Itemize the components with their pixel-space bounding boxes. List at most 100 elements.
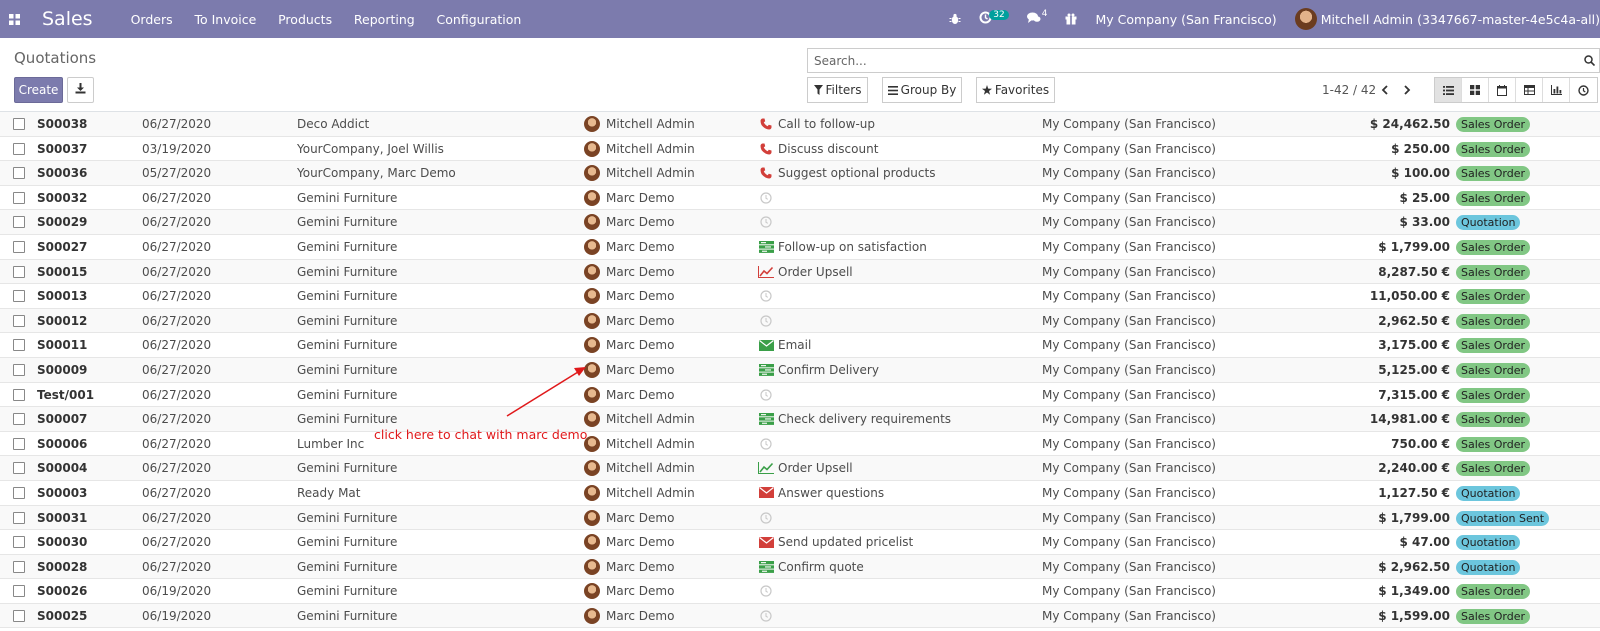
salesperson-avatar[interactable] (584, 386, 600, 403)
pager-value[interactable]: 1-42 / 42 (1322, 83, 1376, 97)
row-checkbox[interactable] (13, 118, 25, 130)
row-checkbox[interactable] (13, 609, 25, 622)
menu-products[interactable]: Products (278, 12, 332, 27)
row-checkbox[interactable] (13, 388, 25, 401)
menu-orders[interactable]: Orders (131, 12, 173, 27)
salesperson-avatar[interactable] (584, 288, 600, 305)
row-checkbox[interactable] (13, 413, 25, 426)
menu-to-invoice[interactable]: To Invoice (194, 12, 256, 27)
table-row[interactable]: S00036 05/27/2020 YourCompany, Marc Demo Mi… (0, 161, 1600, 186)
messaging-menu[interactable]: 4 (1026, 9, 1047, 27)
tasks-icon[interactable] (758, 363, 774, 377)
clock-icon[interactable] (758, 511, 774, 525)
salesperson-avatar[interactable] (584, 165, 600, 182)
download-button[interactable] (67, 77, 94, 103)
envelope-icon-red[interactable] (758, 486, 774, 500)
table-row[interactable]: S00012 06/27/2020 Gemini Furniture Marc Dem… (0, 308, 1600, 334)
table-row[interactable]: S00027 06/27/2020 Gemini Furniture Marc Dem… (0, 235, 1600, 260)
kanban-view-icon[interactable] (1462, 78, 1489, 102)
salesperson-avatar[interactable] (584, 509, 600, 526)
list-view-icon[interactable] (1435, 78, 1462, 102)
clock-icon[interactable] (758, 314, 774, 328)
row-checkbox[interactable] (13, 560, 25, 573)
graph-view-icon[interactable] (1543, 78, 1570, 102)
salesperson-avatar[interactable] (584, 214, 600, 231)
app-brand[interactable]: Sales (42, 8, 93, 30)
pager-previous-icon[interactable] (1377, 81, 1391, 99)
table-row[interactable]: S00013 06/27/2020 Gemini Furniture Marc Dem… (0, 284, 1600, 309)
salesperson-avatar[interactable] (584, 337, 600, 354)
table-row[interactable]: S00028 06/27/2020 Gemini Furniture Marc Dem… (0, 554, 1600, 580)
row-checkbox[interactable] (13, 265, 25, 278)
activity-menu[interactable]: 32 (979, 10, 1009, 27)
salesperson-avatar[interactable] (584, 189, 600, 206)
clock-icon[interactable] (758, 289, 774, 303)
row-checkbox[interactable] (13, 240, 25, 253)
table-row[interactable]: S00009 06/27/2020 Gemini Furniture Marc Dem… (0, 357, 1600, 383)
row-checkbox[interactable] (13, 142, 25, 155)
salesperson-avatar[interactable] (584, 558, 600, 575)
table-row[interactable]: S00011 06/27/2020 Gemini Furniture Marc Dem… (0, 333, 1600, 358)
clock-icon[interactable] (758, 388, 774, 402)
pager-next-icon[interactable] (1400, 81, 1414, 99)
menu-reporting[interactable]: Reporting (354, 12, 415, 27)
row-checkbox[interactable] (13, 216, 25, 229)
chart-line-icon-red[interactable] (758, 265, 774, 279)
row-checkbox[interactable] (13, 314, 25, 327)
row-checkbox[interactable] (13, 462, 25, 475)
salesperson-avatar[interactable] (584, 460, 600, 477)
phone-icon[interactable] (758, 166, 774, 180)
table-row[interactable]: S00038 06/27/2020 Deco Addict Mitchell Admi… (0, 112, 1600, 137)
menu-configuration[interactable]: Configuration (437, 12, 522, 27)
salesperson-avatar[interactable] (584, 263, 600, 280)
tasks-icon[interactable] (758, 412, 774, 426)
row-checkbox[interactable] (13, 339, 25, 352)
activity-view-icon[interactable] (1570, 78, 1597, 102)
tasks-icon[interactable] (758, 560, 774, 574)
table-row[interactable]: Test/001 06/27/2020 Gemini Furniture Marc D… (0, 383, 1600, 408)
row-checkbox[interactable] (13, 437, 25, 450)
clock-icon[interactable] (758, 215, 774, 229)
clock-icon[interactable] (758, 437, 774, 451)
apps-menu-icon[interactable] (0, 0, 28, 38)
table-row[interactable]: S00004 06/27/2020 Gemini Furniture Mitchell… (0, 456, 1600, 481)
row-checkbox[interactable] (13, 167, 25, 180)
envelope-icon-red[interactable] (758, 535, 774, 549)
table-row[interactable]: S00025 06/19/2020 Gemini Furniture Marc Dem… (0, 603, 1600, 629)
table-row[interactable]: S00032 06/27/2020 Gemini Furniture Marc Dem… (0, 186, 1600, 211)
row-checkbox[interactable] (13, 536, 25, 549)
clock-icon[interactable] (758, 584, 774, 598)
table-row[interactable]: S00037 03/19/2020 YourCompany, Joel Willis… (0, 137, 1600, 162)
salesperson-avatar[interactable] (584, 411, 600, 428)
salesperson-avatar[interactable] (584, 534, 600, 551)
filters-button[interactable]: Filters (807, 77, 868, 103)
phone-icon[interactable] (758, 117, 774, 131)
clock-icon[interactable] (758, 191, 774, 205)
table-row[interactable]: S00006 06/27/2020 Lumber Inc Mitchell Admin… (0, 432, 1600, 457)
table-row[interactable]: S00031 06/27/2020 Gemini Furniture Marc Dem… (0, 505, 1600, 531)
user-menu[interactable]: Mitchell Admin (3347667-master-4e5c4a-al… (1294, 8, 1600, 30)
row-checkbox[interactable] (13, 511, 25, 524)
salesperson-avatar[interactable] (584, 607, 600, 624)
search-input[interactable] (808, 53, 1579, 68)
tasks-icon[interactable] (758, 240, 774, 254)
pivot-view-icon[interactable] (1516, 78, 1543, 102)
create-button[interactable]: Create (14, 77, 63, 103)
table-row[interactable]: S00030 06/27/2020 Gemini Furniture Marc Dem… (0, 530, 1600, 555)
calendar-view-icon[interactable] (1489, 78, 1516, 102)
row-checkbox[interactable] (13, 191, 25, 204)
phone-icon[interactable] (758, 142, 774, 156)
favorites-button[interactable]: Favorites (976, 77, 1055, 103)
debug-icon[interactable] (949, 13, 961, 25)
envelope-icon-green[interactable] (758, 338, 774, 352)
salesperson-avatar[interactable] (584, 312, 600, 329)
company-switcher[interactable]: My Company (San Francisco) (1095, 12, 1276, 27)
row-checkbox[interactable] (13, 585, 25, 598)
salesperson-avatar[interactable] (584, 583, 600, 600)
salesperson-avatar[interactable] (584, 140, 600, 157)
row-checkbox[interactable] (13, 290, 25, 303)
group-by-button[interactable]: Group By (882, 77, 962, 103)
salesperson-avatar[interactable] (584, 484, 600, 501)
table-row[interactable]: S00015 06/27/2020 Gemini Furniture Marc Dem… (0, 259, 1600, 285)
row-checkbox[interactable] (13, 486, 25, 499)
